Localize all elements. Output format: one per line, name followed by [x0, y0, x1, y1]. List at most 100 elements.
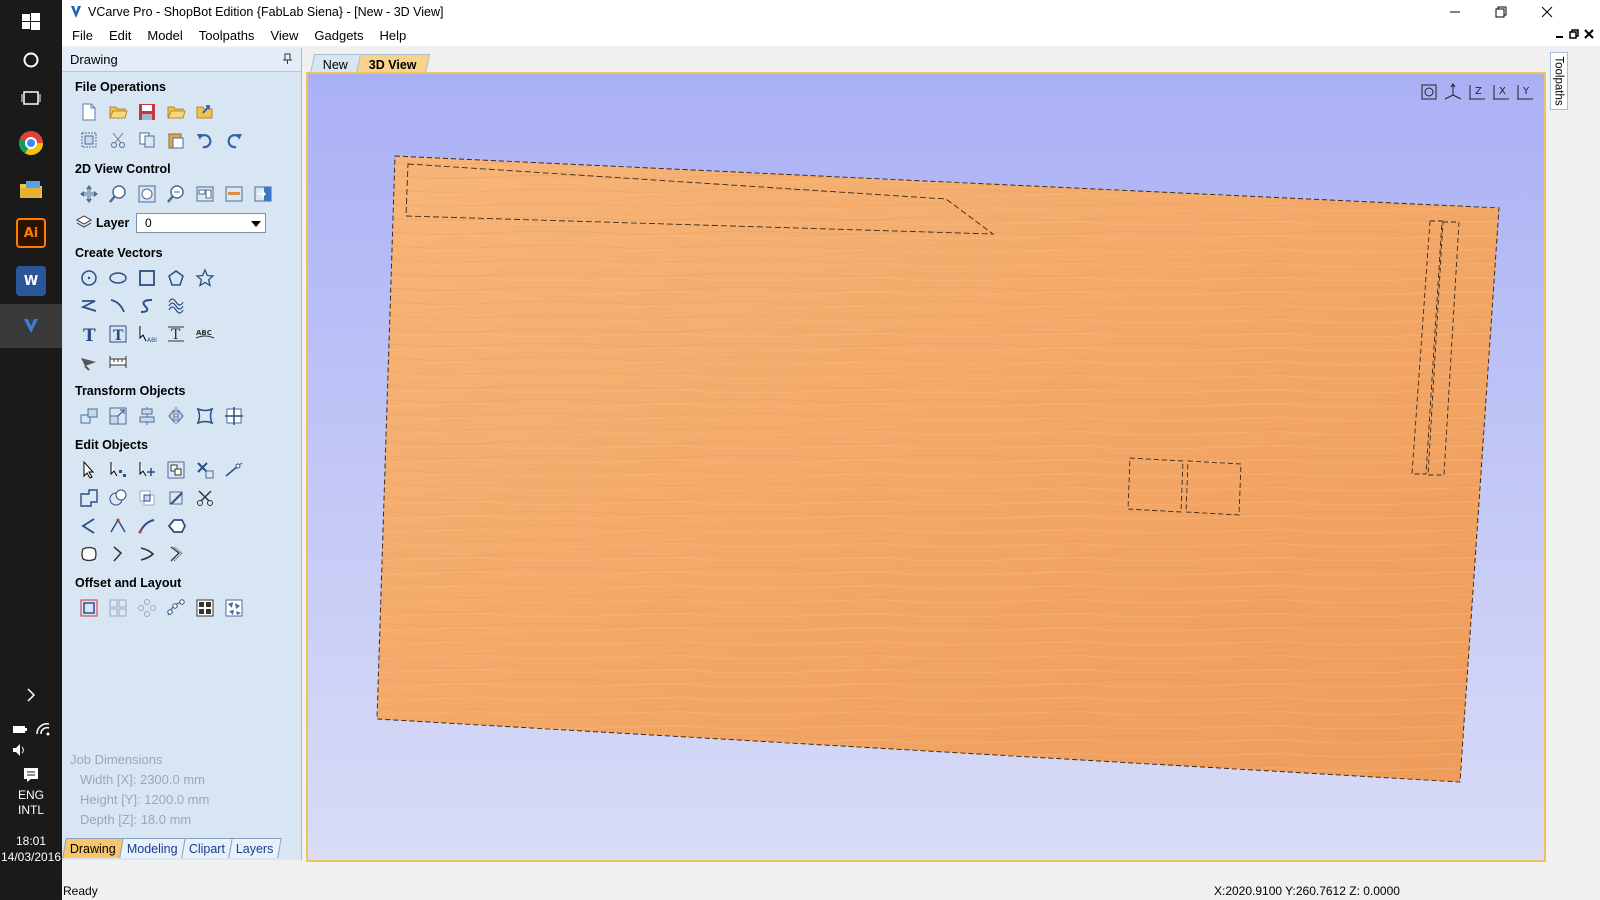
draw-arc-icon[interactable] — [134, 293, 160, 319]
draw-rectangle-icon[interactable] — [134, 265, 160, 291]
pin-icon[interactable] — [283, 53, 293, 68]
tab-new[interactable]: New — [309, 54, 362, 74]
zoom-box-icon[interactable] — [105, 181, 131, 207]
circular-array-icon[interactable] — [134, 595, 160, 621]
show-hidden-icons-chevron-icon[interactable] — [0, 680, 62, 710]
view-y-icon[interactable]: Y — [1514, 82, 1536, 102]
chain-vectors-icon[interactable] — [134, 541, 160, 567]
zoom-extents-icon[interactable] — [134, 181, 160, 207]
zoom-all-icon[interactable] — [1418, 82, 1440, 102]
cut-icon[interactable] — [105, 127, 131, 153]
menu-edit[interactable]: Edit — [101, 28, 139, 43]
draw-star-icon[interactable] — [192, 265, 218, 291]
trace-bitmap-icon[interactable] — [76, 349, 102, 375]
offset-open-icon[interactable] — [105, 541, 131, 567]
node-edit-icon[interactable] — [105, 457, 131, 483]
weld-vectors-icon[interactable] — [76, 485, 102, 511]
undo-icon[interactable] — [192, 127, 218, 153]
chrome-icon[interactable] — [16, 128, 46, 158]
split-vectors-icon[interactable] — [163, 541, 189, 567]
menu-toolpaths[interactable]: Toolpaths — [191, 28, 263, 43]
volume-icon[interactable] — [0, 740, 62, 760]
toggle-3d-icon[interactable] — [221, 181, 247, 207]
intersect-vectors-icon[interactable] — [134, 485, 160, 511]
pan-view-icon[interactable] — [76, 181, 102, 207]
scale-icon[interactable] — [105, 403, 131, 429]
view-z-icon[interactable]: Z — [1466, 82, 1488, 102]
align-icon[interactable] — [134, 403, 160, 429]
subtract-vectors-icon[interactable] — [105, 485, 131, 511]
select-icon[interactable] — [76, 457, 102, 483]
battery-icon[interactable] — [12, 723, 28, 735]
move-icon[interactable] — [76, 403, 102, 429]
3d-view[interactable]: Z X Y — [306, 72, 1546, 862]
import-file-icon[interactable] — [192, 99, 218, 125]
draw-spiral-icon[interactable] — [163, 293, 189, 319]
taskbar-clock[interactable]: 18:01 14/03/2016 — [0, 834, 62, 864]
transform-select-icon[interactable] — [134, 457, 160, 483]
zoom-out-icon[interactable] — [163, 181, 189, 207]
draw-curve-icon[interactable] — [105, 293, 131, 319]
draw-polyline-icon[interactable] — [76, 293, 102, 319]
copy-icon[interactable] — [134, 127, 160, 153]
vcarve-logo-icon[interactable] — [66, 2, 86, 22]
save-file-icon[interactable] — [134, 99, 160, 125]
paste-icon[interactable] — [163, 127, 189, 153]
layer-dropdown[interactable]: 0 — [136, 213, 266, 233]
draw-text-icon[interactable]: T — [76, 321, 102, 347]
array-copy-icon[interactable] — [105, 595, 131, 621]
menu-model[interactable]: Model — [139, 28, 190, 43]
mirror-icon[interactable] — [163, 403, 189, 429]
curve-fit-icon[interactable] — [134, 513, 160, 539]
mdi-close-icon[interactable] — [1584, 28, 1594, 42]
menu-gadgets[interactable]: Gadgets — [306, 28, 371, 43]
menu-view[interactable]: View — [262, 28, 306, 43]
text-on-curve-icon[interactable]: ABC — [134, 321, 160, 347]
open-file-icon[interactable] — [105, 99, 131, 125]
tab-clipart[interactable]: Clipart — [180, 838, 233, 858]
draw-polygon-icon[interactable] — [163, 265, 189, 291]
close-vectors-icon[interactable] — [192, 485, 218, 511]
language-indicator[interactable]: ENG INTL — [0, 788, 62, 817]
view-x-icon[interactable]: X — [1490, 82, 1512, 102]
word-icon[interactable]: W — [16, 266, 46, 296]
close-button[interactable] — [1524, 0, 1570, 24]
3d-scene[interactable] — [308, 74, 1544, 860]
action-center-icon[interactable] — [0, 764, 62, 786]
draw-circle-icon[interactable] — [76, 265, 102, 291]
menu-file[interactable]: File — [62, 28, 101, 43]
illustrator-icon[interactable]: Ai — [16, 218, 46, 248]
vcarve-taskbar-icon[interactable] — [0, 304, 62, 348]
task-view-icon[interactable] — [0, 76, 62, 120]
text-arc-icon[interactable]: T — [163, 321, 189, 347]
new-file-icon[interactable] — [76, 99, 102, 125]
set-origin-icon[interactable] — [221, 403, 247, 429]
join-open-vectors-icon[interactable] — [76, 513, 102, 539]
text-on-path-icon[interactable]: ABC — [192, 321, 218, 347]
nesting-icon[interactable] — [192, 595, 218, 621]
measure-icon[interactable] — [105, 349, 131, 375]
tab-3d-view[interactable]: 3D View — [355, 54, 430, 74]
restore-button[interactable] — [1478, 0, 1524, 24]
auto-layout-text-icon[interactable]: T — [105, 321, 131, 347]
iso-view-icon[interactable] — [1442, 82, 1464, 102]
reshape-icon[interactable] — [163, 513, 189, 539]
redo-icon[interactable] — [221, 127, 247, 153]
draw-ellipse-icon[interactable] — [105, 265, 131, 291]
file-explorer-icon[interactable] — [16, 174, 46, 204]
offset-vectors-icon[interactable] — [76, 595, 102, 621]
tab-modeling[interactable]: Modeling — [119, 838, 186, 858]
auto-nest-icon[interactable] — [221, 595, 247, 621]
switch-view-icon[interactable] — [250, 181, 276, 207]
extend-vector-icon[interactable] — [221, 457, 247, 483]
minimize-button[interactable] — [1432, 0, 1478, 24]
toolpaths-panel-tab[interactable]: Toolpaths — [1550, 52, 1568, 110]
dog-bone-icon[interactable] — [76, 541, 102, 567]
smooth-curve-icon[interactable] — [105, 513, 131, 539]
trim-delete-icon[interactable] — [192, 457, 218, 483]
tab-layers[interactable]: Layers — [227, 838, 282, 858]
distort-icon[interactable] — [192, 403, 218, 429]
fillet-icon[interactable] — [163, 485, 189, 511]
select-all-icon[interactable] — [76, 127, 102, 153]
copy-along-vector-icon[interactable] — [163, 595, 189, 621]
